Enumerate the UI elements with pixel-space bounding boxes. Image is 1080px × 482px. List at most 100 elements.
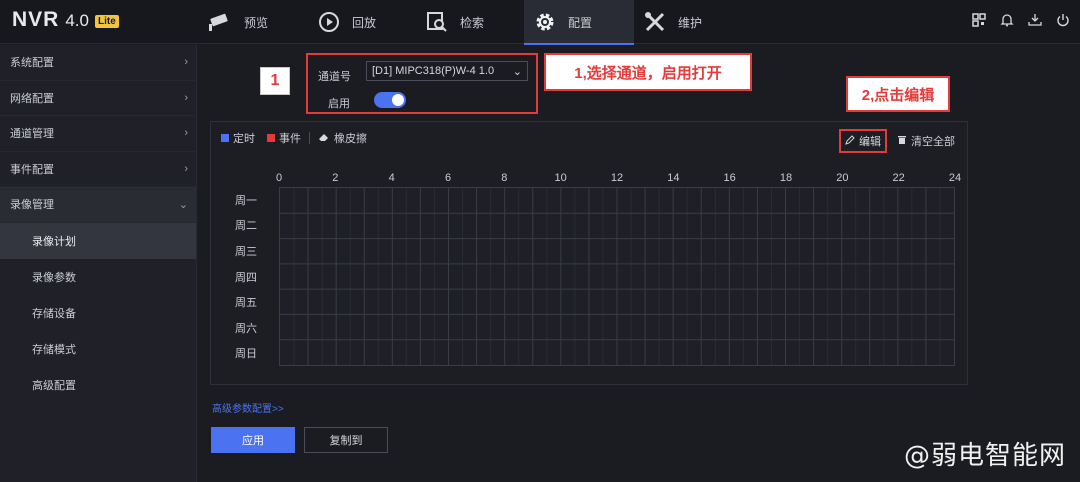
- day-label-sat: 周六: [235, 322, 257, 335]
- hour-label: 0: [275, 172, 283, 184]
- sidebar-subitem-label: 高级配置: [32, 379, 76, 392]
- logo-edition: Lite: [94, 15, 119, 28]
- hour-label: 8: [501, 172, 508, 184]
- qr-code-icon[interactable]: [970, 11, 988, 29]
- nav-preview[interactable]: 预览: [200, 0, 308, 44]
- day-label-thu: 周四: [235, 271, 257, 284]
- enable-label: 启用: [328, 98, 350, 110]
- trash-icon: [897, 134, 907, 148]
- logo-version: 4.0: [65, 11, 89, 30]
- apply-button[interactable]: 应用: [211, 427, 295, 453]
- timed-color-swatch: [221, 134, 229, 142]
- clear-all-button[interactable]: 清空全部: [897, 133, 955, 149]
- sidebar-subitem-record-schedule[interactable]: 录像计划: [0, 222, 196, 259]
- nav-search-label: 检索: [460, 15, 485, 30]
- sidebar-item-event[interactable]: 事件配置 ›: [0, 152, 196, 187]
- step1-number-badge: 1: [260, 67, 290, 95]
- legend-timed[interactable]: 定时: [233, 130, 255, 146]
- camera-icon: [208, 9, 234, 35]
- edit-button[interactable]: 编辑: [839, 129, 887, 153]
- sidebar-item-network[interactable]: 网络配置 ›: [0, 81, 196, 116]
- hour-label: 22: [892, 172, 905, 184]
- sidebar-item-channel[interactable]: 通道管理 ›: [0, 116, 196, 152]
- day-label-fri: 周五: [235, 297, 257, 310]
- sidebar-item-recording[interactable]: 录像管理 ⌄: [0, 187, 196, 223]
- playback-icon: [316, 9, 342, 35]
- copy-to-button[interactable]: 复制到: [304, 427, 388, 453]
- sidebar-subitem-label: 录像计划: [32, 235, 76, 248]
- nav-config-label: 配置: [568, 15, 593, 30]
- channel-select[interactable]: [D1] MIPC318(P)W-4 1.0 ⌄: [366, 61, 528, 81]
- power-icon[interactable]: [1054, 11, 1072, 29]
- day-label-mon: 周一: [235, 194, 257, 207]
- top-right-tools: [970, 11, 1072, 29]
- watermark: @弱电智能网: [903, 441, 1066, 471]
- legend-divider: [309, 132, 310, 144]
- nav-maintenance-label: 维护: [678, 15, 703, 30]
- event-color-swatch: [267, 134, 275, 142]
- sidebar-item-label: 网络配置: [10, 92, 54, 105]
- schedule-legend: 定时 事件 橡皮擦: [221, 130, 367, 146]
- nav-playback[interactable]: 回放: [308, 0, 416, 44]
- schedule-grid[interactable]: [279, 187, 955, 366]
- channel-settings-highlight: 通道号 [D1] MIPC318(P)W-4 1.0 ⌄ 启用: [306, 53, 538, 114]
- sidebar-subitem-label: 存储设备: [32, 307, 76, 320]
- advanced-params-link[interactable]: 高级参数配置>>: [212, 400, 284, 415]
- schedule-grid-lines: [280, 188, 954, 365]
- nav-search[interactable]: 检索: [416, 0, 524, 44]
- chevron-down-icon: ⌄: [512, 65, 522, 78]
- legend-eraser[interactable]: 橡皮擦: [334, 130, 367, 146]
- sidebar-item-label: 事件配置: [10, 163, 54, 176]
- hour-label: 2: [332, 172, 339, 184]
- nav-playback-label: 回放: [352, 15, 377, 30]
- hour-label: 24: [948, 172, 962, 184]
- main-nav: 预览 回放 检索 配置 维护: [200, 0, 742, 45]
- day-label-wed: 周三: [235, 245, 257, 258]
- bell-icon[interactable]: [998, 11, 1016, 29]
- sidebar-subitem-label: 录像参数: [32, 271, 76, 284]
- sidebar-item-system[interactable]: 系统配置 ›: [0, 45, 196, 81]
- nav-config[interactable]: 配置: [524, 0, 634, 45]
- clear-all-label: 清空全部: [911, 136, 955, 148]
- pencil-icon: [845, 134, 855, 148]
- main-content: 1 通道号 [D1] MIPC318(P)W-4 1.0 ⌄ 启用 1,选择通道…: [198, 45, 1080, 482]
- day-column: 周一 周二 周三 周四 周五 周六 周日: [221, 187, 279, 366]
- hour-label: 20: [836, 172, 849, 184]
- chevron-right-icon: ›: [184, 91, 188, 104]
- sidebar-subitem-storage-mode[interactable]: 存储模式: [0, 331, 196, 367]
- hour-label: 6: [444, 172, 452, 184]
- sidebar-item-label: 录像管理: [10, 199, 54, 212]
- logo: NVR 4.0 Lite: [12, 8, 119, 34]
- chevron-right-icon: ›: [184, 162, 188, 175]
- channel-label: 通道号: [318, 71, 351, 83]
- step1-callout: 1,选择通道，启用打开: [544, 53, 752, 91]
- legend-event[interactable]: 事件: [279, 130, 301, 146]
- chevron-down-icon: ⌄: [178, 198, 188, 211]
- hour-label: 4: [388, 172, 395, 184]
- enable-toggle[interactable]: [374, 92, 406, 108]
- sidebar-subitem-record-params[interactable]: 录像参数: [0, 259, 196, 295]
- edit-button-label: 编辑: [859, 136, 881, 148]
- logo-name: NVR: [12, 8, 60, 31]
- chevron-right-icon: ›: [184, 56, 188, 69]
- gear-icon: [532, 9, 558, 35]
- tools-icon: [642, 9, 668, 35]
- nav-maintenance[interactable]: 维护: [634, 0, 742, 44]
- sidebar-item-label: 系统配置: [10, 57, 54, 70]
- sidebar-subitem-storage-device[interactable]: 存储设备: [0, 295, 196, 331]
- channel-select-value: [D1] MIPC318(P)W-4 1.0: [372, 65, 495, 77]
- sidebar: 系统配置 › 网络配置 › 通道管理 › 事件配置 › 录像管理 ⌄ 录像计划 …: [0, 45, 197, 482]
- download-icon[interactable]: [1026, 11, 1044, 29]
- day-label-tue: 周二: [235, 220, 257, 233]
- sidebar-subitem-advanced[interactable]: 高级配置: [0, 367, 196, 403]
- eraser-icon: [318, 132, 330, 145]
- hour-label: 18: [779, 172, 793, 184]
- schedule-tools: 编辑 清空全部: [839, 129, 955, 153]
- hour-label: 12: [610, 172, 624, 184]
- day-label-sun: 周日: [235, 348, 257, 361]
- schedule-panel: 定时 事件 橡皮擦 编辑 清空全部 024 6 8 10 12 14 16 18…: [210, 121, 968, 385]
- hour-label: 10: [554, 172, 567, 184]
- search-icon: [424, 9, 450, 35]
- sidebar-subitem-label: 存储模式: [32, 343, 76, 356]
- step2-callout: 2,点击编辑: [846, 76, 950, 112]
